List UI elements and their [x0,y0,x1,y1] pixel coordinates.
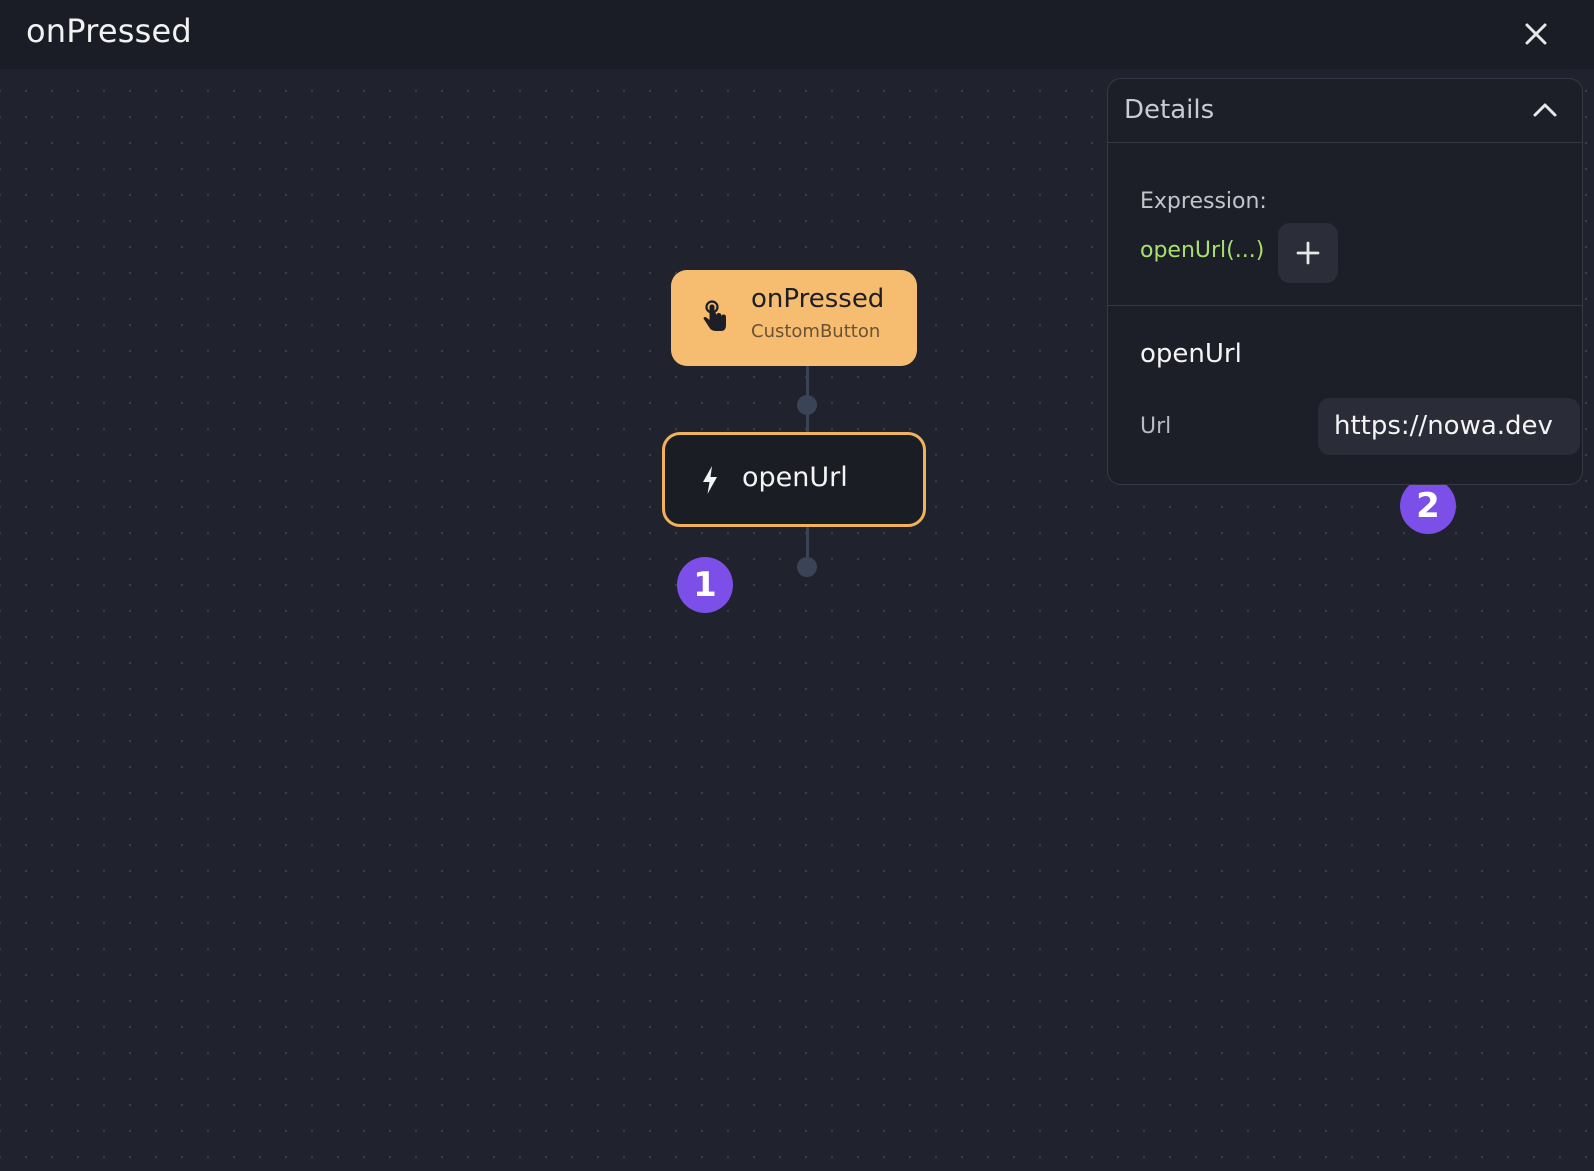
window-title: onPressed [26,12,192,50]
connector-line [806,527,809,557]
action-node-openurl[interactable]: openUrl [662,432,926,527]
step-badge: 2 [1400,478,1456,534]
expression-value[interactable]: openUrl(...) [1140,238,1264,263]
action-label: openUrl [742,462,848,493]
function-title: openUrl [1140,339,1242,369]
url-label: Url [1140,414,1172,439]
title-bar: onPressed [0,0,1594,69]
chevron-up-icon[interactable] [1532,99,1558,119]
details-header[interactable]: Details [1108,79,1582,143]
connector-dot[interactable] [797,557,817,577]
tap-hand-icon [703,300,726,331]
expression-section: Expression: openUrl(...) [1108,143,1582,306]
add-expression-button[interactable] [1278,223,1338,283]
details-panel: Details Expression: openUrl(...) openUrl… [1107,78,1583,485]
trigger-node-onpressed[interactable]: onPressed CustomButton [671,270,917,366]
url-input[interactable]: https://nowa.dev [1318,398,1580,455]
trigger-subtitle: CustomButton [751,321,881,342]
close-icon [1525,23,1547,45]
flow-editor-window: onPressed onPressed CustomButton openUrl… [0,0,1594,1171]
details-title: Details [1124,95,1215,125]
connector-dot[interactable] [797,395,817,415]
trigger-title: onPressed [751,284,885,314]
expression-label: Expression: [1140,189,1267,214]
close-button[interactable] [1520,18,1552,50]
plus-icon [1296,241,1320,265]
step-badge: 1 [677,557,733,613]
lightning-bolt-icon [703,466,717,494]
